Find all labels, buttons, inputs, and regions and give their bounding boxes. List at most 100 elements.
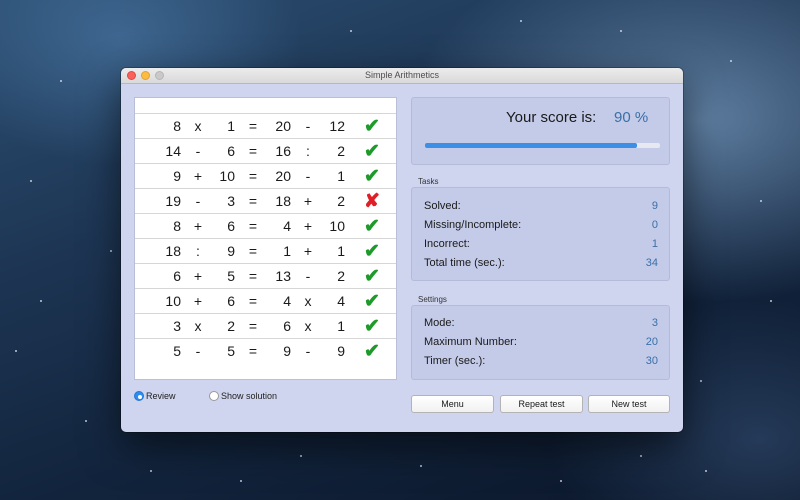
check-icon: ✔ — [364, 166, 380, 187]
star-decoration — [520, 20, 522, 22]
equals-sign: = — [248, 168, 258, 184]
operator-2: x — [304, 318, 312, 334]
app-window: Simple Arithmetics 8 x 1 = 20-12 ✔ 14-6 = 16:2 ✔ 9… — [121, 68, 683, 432]
review-radio-dot[interactable] — [134, 391, 144, 401]
equals-sign: = — [248, 193, 258, 209]
equals-sign: = — [248, 268, 258, 284]
score-panel: Your score is: 90 % — [411, 97, 670, 165]
check-icon: ✔ — [364, 241, 380, 262]
operand-c: 9 — [283, 343, 291, 359]
operand-a: 10 — [165, 293, 181, 309]
window-title: Simple Arithmetics — [364, 70, 440, 80]
check-icon: ✔ — [364, 216, 380, 237]
operand-b: 6 — [227, 293, 235, 309]
operand-d: 1 — [337, 168, 345, 184]
star-decoration — [560, 480, 562, 482]
menu-button[interactable]: Menu — [411, 395, 494, 413]
settings-timer-value: 30 — [645, 355, 658, 367]
operand-b: 10 — [219, 168, 235, 184]
operand-a: 18 — [165, 243, 181, 259]
check-icon: ✔ — [364, 116, 380, 137]
operand-a: 8 — [173, 218, 181, 234]
problem-list: 8 x 1 = 20-12 ✔ 14-6 = 16:2 ✔ 9 +10 = 20-1 ✔ 19-3 = 18 +2 ✘… — [134, 97, 397, 380]
operator-2: - — [305, 343, 311, 359]
tasks-section-title: Tasks — [418, 177, 439, 186]
settings-panel: Mode: 3 Maximum Number: 20 Timer (sec.):… — [411, 305, 670, 380]
operator-2: + — [303, 218, 313, 234]
star-decoration — [730, 60, 732, 62]
operand-a: 14 — [165, 143, 181, 159]
star-decoration — [640, 455, 642, 457]
operand-d: 4 — [337, 293, 345, 309]
star-decoration — [85, 420, 87, 422]
operand-c: 20 — [275, 168, 291, 184]
operand-a: 8 — [173, 118, 181, 134]
operand-d: 1 — [337, 243, 345, 259]
repeat-test-button[interactable]: Repeat test — [500, 395, 583, 413]
operator-1: + — [193, 218, 203, 234]
operand-d: 12 — [329, 118, 345, 134]
title-bar[interactable]: Simple Arithmetics — [121, 68, 683, 84]
new-test-button[interactable]: New test — [588, 395, 670, 413]
operator-1: + — [193, 293, 203, 309]
operand-c: 13 — [275, 268, 291, 284]
show-solution-radio-dot[interactable] — [209, 391, 219, 401]
operand-b: 5 — [227, 268, 235, 284]
operand-d: 2 — [337, 193, 345, 209]
problem-row: 6 +5 = 13- 2 ✔ — [135, 264, 396, 289]
operand-b: 2 — [227, 318, 235, 334]
operand-b: 6 — [227, 143, 235, 159]
operand-c: 4 — [283, 293, 291, 309]
tasks-total-time-label: Total time (sec.): — [424, 257, 505, 269]
operand-c: 20 — [275, 118, 291, 134]
star-decoration — [30, 180, 32, 182]
operand-b: 9 — [227, 243, 235, 259]
operand-b: 6 — [227, 218, 235, 234]
star-decoration — [705, 470, 707, 472]
operand-d: 9 — [337, 343, 345, 359]
star-decoration — [700, 380, 702, 382]
problem-row: 10 +6 = 4 x 4 ✔ — [135, 289, 396, 314]
star-decoration — [150, 470, 152, 472]
settings-max-number-value: 20 — [645, 336, 658, 348]
operator-1: x — [194, 318, 202, 334]
problem-row: 14- 6 = 16: 2 ✔ — [135, 139, 396, 164]
star-decoration — [60, 80, 62, 82]
star-decoration — [110, 250, 112, 252]
operand-c: 4 — [283, 218, 291, 234]
operand-c: 18 — [275, 193, 291, 209]
operator-2: - — [305, 168, 311, 184]
operand-c: 16 — [275, 143, 291, 159]
equals-sign: = — [248, 118, 258, 134]
tasks-total-time-value: 34 — [645, 257, 658, 269]
operator-1: - — [195, 343, 201, 359]
operand-b: 3 — [227, 193, 235, 209]
score-progress-bar — [425, 143, 660, 148]
settings-max-number-label: Maximum Number: — [424, 336, 517, 348]
operand-a: 9 — [173, 168, 181, 184]
operator-2: - — [305, 118, 311, 134]
score-label: Your score is: — [506, 109, 597, 126]
operand-a: 5 — [173, 343, 181, 359]
settings-mode-label: Mode: — [424, 317, 455, 329]
tasks-panel: Solved: 9 Missing/Incomplete: 0 Incorrec… — [411, 187, 670, 281]
problem-row: 8 +6 = 4 +10 ✔ — [135, 214, 396, 239]
problem-row: 3 x 2 = 6 x 1 ✔ — [135, 314, 396, 339]
tasks-solved-label: Solved: — [424, 200, 461, 212]
star-decoration — [240, 480, 242, 482]
operator-1: : — [196, 243, 200, 259]
problem-row: 9 +10 = 20- 1 ✔ — [135, 164, 396, 189]
cross-icon: ✘ — [364, 191, 380, 212]
tasks-incorrect-label: Incorrect: — [424, 238, 470, 250]
equals-sign: = — [248, 318, 258, 334]
tasks-solved-value: 9 — [651, 200, 658, 212]
settings-timer-label: Timer (sec.): — [424, 355, 486, 367]
tasks-missing-value: 0 — [651, 219, 658, 231]
operand-a: 6 — [173, 268, 181, 284]
operator-2: x — [304, 293, 312, 309]
tasks-missing-label: Missing/Incomplete: — [424, 219, 522, 231]
problem-row: 18: 9 = 1 +1 ✔ — [135, 239, 396, 264]
check-icon: ✔ — [364, 316, 380, 337]
check-icon: ✔ — [364, 291, 380, 312]
show-solution-radio-label: Show solution — [221, 391, 278, 401]
